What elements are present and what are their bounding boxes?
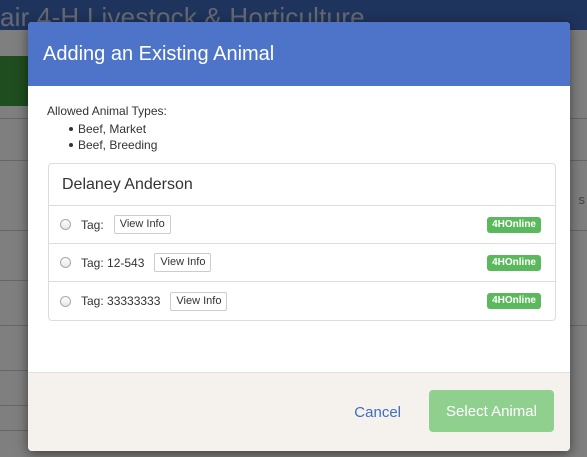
modal-title: Adding an Existing Animal xyxy=(43,42,275,65)
animal-row[interactable]: Tag: 33333333 View Info 4HOnline xyxy=(49,282,555,320)
view-info-button[interactable]: View Info xyxy=(154,253,212,272)
view-info-button[interactable]: View Info xyxy=(113,215,171,234)
animal-radio[interactable] xyxy=(60,257,71,268)
allowed-type-item: Beef, Breeding xyxy=(69,137,554,153)
source-badge: 4HOnline xyxy=(487,254,541,271)
animal-tag: Tag: 33333333 xyxy=(81,294,161,308)
animal-tag: Tag: xyxy=(81,217,104,232)
cancel-button[interactable]: Cancel xyxy=(354,404,401,421)
allowed-types-list: Beef, Market Beef, Breeding xyxy=(47,121,554,153)
add-existing-animal-dialog: Adding an Existing Animal Allowed Animal… xyxy=(28,22,570,451)
animal-tag: Tag: 12-543 xyxy=(81,255,145,270)
select-animal-button[interactable]: Select Animal xyxy=(429,390,554,432)
animal-radio[interactable] xyxy=(60,295,71,307)
exhibitor-panel: Delaney Anderson Tag: View Info 4HOnline… xyxy=(48,163,556,321)
allowed-type-item: Beef, Market xyxy=(69,121,554,137)
modal-body: Allowed Animal Types: Beef, Market Beef,… xyxy=(28,86,570,373)
animal-row[interactable]: Tag: View Info 4HOnline xyxy=(49,206,555,244)
exhibitor-name: Delaney Anderson xyxy=(62,175,193,193)
modal-header: Adding an Existing Animal xyxy=(28,22,570,86)
animal-row[interactable]: Tag: 12-543 View Info 4HOnline xyxy=(49,244,555,282)
modal-footer: Cancel Select Animal xyxy=(28,372,570,451)
allowed-types-label: Allowed Animal Types: xyxy=(47,104,167,118)
source-badge: 4HOnline xyxy=(487,293,541,309)
view-info-button[interactable]: View Info xyxy=(170,291,228,311)
animal-radio[interactable] xyxy=(60,219,71,230)
exhibitor-panel-heading: Delaney Anderson xyxy=(49,164,555,206)
source-badge: 4HOnline xyxy=(487,216,541,233)
